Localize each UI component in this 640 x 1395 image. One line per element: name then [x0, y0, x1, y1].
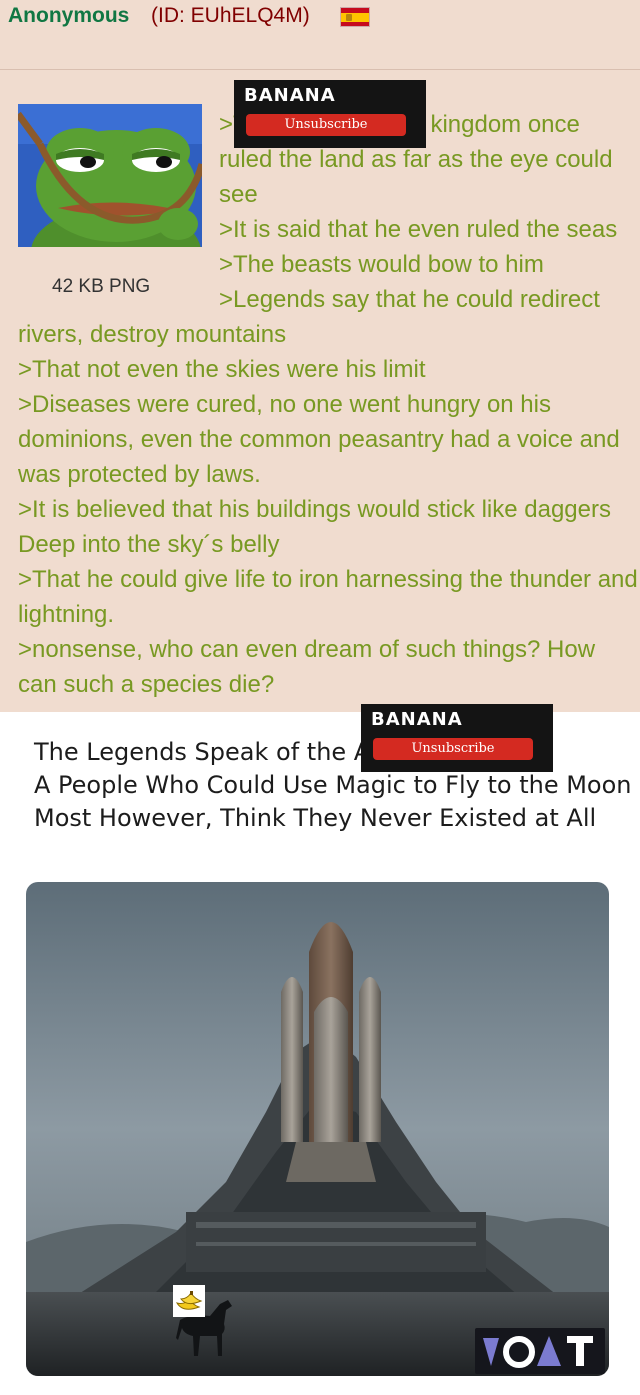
- greentext-line: >That he could give life to iron harness…: [18, 566, 638, 628]
- caption-line: Most However, Think They Never Existed a…: [34, 804, 597, 832]
- spain-flag-icon: [340, 7, 370, 27]
- banana-overlay: BANANA Unsubscribe: [361, 704, 553, 772]
- banana-title: BANANA: [244, 85, 336, 106]
- shuttle-mountain-image: [26, 882, 609, 1376]
- post-header: Anonymous (ID: EUhELQ4M): [0, 0, 640, 70]
- unsubscribe-button[interactable]: Unsubscribe: [246, 114, 406, 136]
- banana-title: BANANA: [371, 709, 463, 730]
- unsubscribe-button[interactable]: Unsubscribe: [373, 738, 533, 760]
- caption-line: A People Who Could Use Magic to Fly to t…: [34, 771, 632, 799]
- greentext-line: >It is believed that his buildings would…: [18, 496, 611, 558]
- greentext-line: >That not even the skies were his limit: [18, 356, 426, 383]
- banana-icon: [173, 1285, 205, 1317]
- voat-logo: [475, 1328, 605, 1374]
- greentext-line: >nonsense, who can even dream of such th…: [18, 636, 596, 698]
- banana-overlay: BANANA Unsubscribe: [234, 80, 426, 148]
- post-body: >There once was a kingdom once ruled the…: [18, 107, 638, 702]
- greentext-line: >Diseases were cured, no one went hungry…: [18, 391, 620, 488]
- poster-name: Anonymous: [8, 4, 130, 27]
- poster-id[interactable]: (ID: EUhELQ4M): [151, 4, 310, 28]
